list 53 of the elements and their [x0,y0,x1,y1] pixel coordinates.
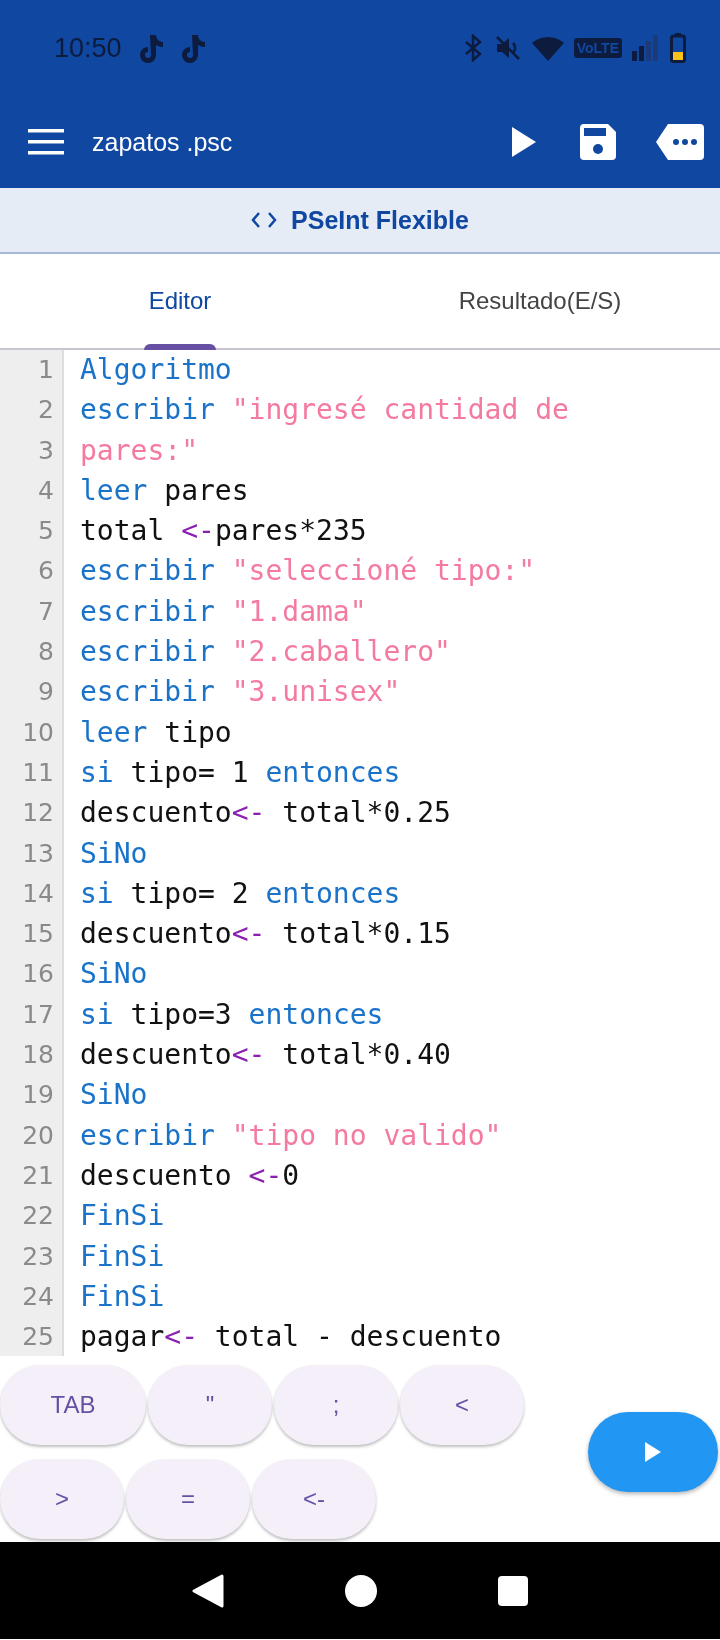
run-fab[interactable] [588,1412,718,1492]
line-number: 13 [21,837,55,870]
line-number: 7 [37,595,55,628]
play-icon [645,1442,661,1462]
signal-icon [632,35,660,61]
line-number: 14 [21,877,55,910]
line-number: 18 [21,1039,55,1072]
line-number: 17 [21,998,55,1031]
network-label: VoLTE [573,38,622,58]
symbol-key[interactable]: TAB [0,1365,146,1445]
file-title: zapatos .psc [92,127,234,157]
battery-icon [670,33,686,63]
home-button[interactable] [344,1573,378,1608]
run-button[interactable] [512,127,536,157]
line-number: 4 [37,474,55,507]
line-number: 25 [21,1321,55,1354]
line-number: 15 [21,918,55,951]
symbol-key[interactable]: ; [274,1365,398,1445]
status-time: 10:50 [54,32,122,64]
menu-button[interactable] [28,129,64,155]
line-number: 9 [37,676,55,709]
line-number: 20 [21,1119,55,1152]
symbol-key[interactable]: <- [252,1459,376,1539]
line-number: 23 [21,1240,55,1273]
line-number: 10 [21,716,55,749]
wifi-icon [531,35,564,61]
line-number: 19 [21,1079,55,1112]
symbol-key[interactable]: = [126,1459,250,1539]
line-number: 3 [37,434,55,467]
symbol-key[interactable]: > [0,1459,124,1539]
mode-label: PSeInt Flexible [291,205,469,235]
code-editor[interactable]: Algoritmo escribir "ingresé cantidad de pares:" leer pares total <-pares*235 escribir "seleccioné tipo:" escribir "1.dama" escribir "2.caballero" escribir "3.unisex" leer tipo si tipo= 1 entonces descuento<- total*0.25 SiNo si tipo= 2 entonces descuento<- total*0.15 SiNo si tipo=3 entonces descuento<- total*0.40 SiNo escribir "tipo no valido" descuento <-0 FinSi FinSi FinSi pagar<- total - descuento [64,350,569,1356]
recents-button[interactable] [498,1575,528,1606]
line-number: 1 [37,354,55,386]
mute-icon [493,34,522,62]
more-button[interactable] [656,124,704,160]
line-number: 12 [21,797,55,830]
line-number: 8 [37,636,55,669]
line-number: 5 [37,515,55,548]
line-number: 16 [21,958,55,991]
tab[interactable]: Editor [0,254,360,348]
line-number: 6 [37,555,55,588]
line-number: 21 [21,1159,55,1192]
back-button[interactable] [192,1573,224,1608]
code-icon [251,211,278,229]
line-number: 11 [21,756,55,789]
save-button[interactable] [580,124,616,160]
line-number: 2 [37,394,55,427]
tab[interactable]: Resultado(E/S) [360,254,720,348]
symbol-key[interactable]: " [148,1365,272,1445]
line-number: 22 [21,1200,55,1233]
line-number: 24 [21,1280,55,1313]
symbol-key[interactable]: < [400,1365,524,1445]
